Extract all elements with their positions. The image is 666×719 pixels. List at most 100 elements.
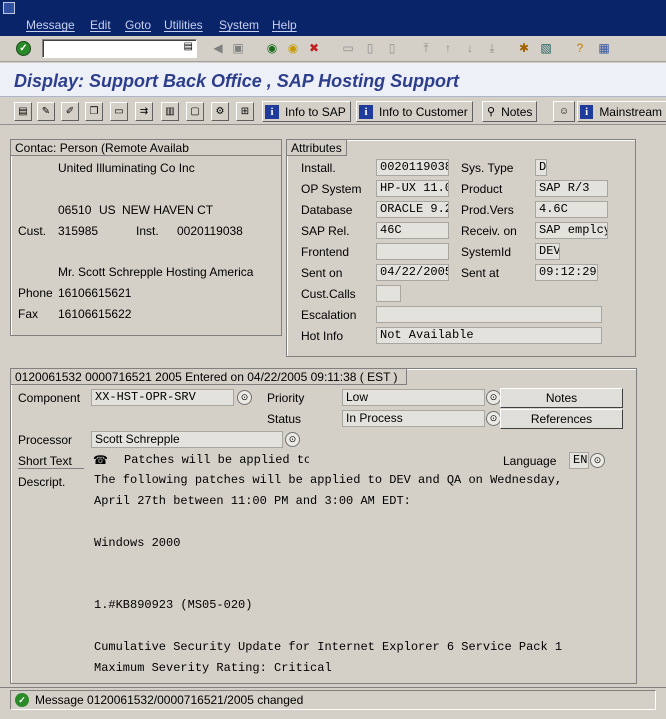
frontend-field[interactable] [376, 243, 449, 260]
priority-search-icon[interactable]: ⊙ [486, 390, 501, 405]
attributes-group-title: Attributes [287, 140, 347, 156]
binoculars-icon: ⚲ [487, 106, 496, 118]
command-history-icon[interactable]: ▤ [184, 41, 193, 52]
settings-icon[interactable]: ⚙ [211, 102, 229, 121]
save-icon[interactable]: ▣ [230, 40, 246, 56]
copy-icon[interactable]: ❐ [85, 102, 103, 121]
notes-toolbar-button[interactable]: ⚲ Notes [482, 101, 538, 122]
frontend-label: Frontend [301, 245, 350, 259]
info-icon: i [580, 104, 594, 119]
description-line: Maximum Severity Rating: Critical [94, 661, 332, 675]
sentat-field[interactable]: 09:12:29 [535, 264, 598, 281]
command-field[interactable]: ▤ [42, 39, 197, 58]
opsys-label: OP System [301, 182, 362, 196]
help-icon[interactable]: ? [572, 40, 588, 56]
receiv-label: Receiv. on [461, 224, 517, 238]
processor-field[interactable]: Scott Schrepple [91, 431, 283, 448]
forward-icon[interactable]: ⇉ [135, 102, 153, 121]
description-line: Cumulative Security Update for Internet … [94, 640, 563, 654]
database-label: Database [301, 203, 353, 217]
systype-label: Sys. Type [461, 161, 514, 175]
install-field[interactable]: 0020119038 [376, 159, 449, 176]
enter-icon[interactable]: ✓ [16, 41, 31, 56]
info-icon: i [359, 104, 373, 119]
info-to-sap-button[interactable]: i Info to SAP [262, 101, 351, 122]
menu-edit[interactable]: Edit [90, 18, 111, 32]
print-icon[interactable]: ▭ [340, 40, 356, 56]
cust-label: Cust. [18, 224, 47, 238]
status-field[interactable]: In Process [342, 410, 485, 427]
opsys-field[interactable]: HP-UX 11.0 [376, 180, 449, 197]
custcalls-field[interactable] [376, 285, 401, 302]
other-message-icon[interactable]: ▤ [14, 102, 32, 121]
list-icon[interactable]: ▥ [161, 102, 179, 121]
info-icon: i [265, 104, 279, 119]
message-group: 0120061532 0000716521 2005 Entered on 04… [10, 368, 637, 684]
receiv-field[interactable]: SAP emplcy [535, 222, 608, 239]
find-icon[interactable]: ▯ [362, 40, 378, 56]
menu-message[interactable]: Message [26, 18, 75, 32]
back-arrow-icon[interactable]: ◀ [210, 40, 226, 56]
shortcut-icon[interactable]: ▧ [538, 40, 554, 56]
saprel-field[interactable]: 46C [376, 222, 449, 239]
find-next-icon[interactable]: ▯ [384, 40, 400, 56]
success-check-icon: ✓ [15, 693, 29, 707]
back-icon[interactable]: ◉ [264, 40, 280, 56]
descript-label: Descript. [18, 475, 66, 489]
status-message: ✓ Message 0120061532/0000716521/2005 cha… [10, 690, 656, 710]
document-icon[interactable]: ▭ [110, 102, 128, 121]
shorttext-value[interactable]: Patches will be applied to DEV and QA on… [124, 453, 309, 467]
menu-system[interactable]: System [219, 18, 259, 32]
senton-field[interactable]: 04/22/2005 [376, 264, 449, 281]
product-field[interactable]: SAP R/3 [535, 180, 608, 197]
text-editor-icon[interactable]: ☎ [93, 453, 108, 467]
cancel-icon[interactable]: ✖ [306, 40, 322, 56]
previous-page-icon[interactable]: ↑ [440, 40, 456, 56]
exit-icon[interactable]: ◉ [285, 40, 301, 56]
status-text: Message 0120061532/0000716521/2005 chang… [35, 693, 304, 707]
menu-help[interactable]: Help [272, 18, 297, 32]
database-field[interactable]: ORACLE 9.2 [376, 201, 449, 218]
priority-field[interactable]: Low [342, 389, 485, 406]
description-line: 1.#KB890923 (MS05-020) [94, 598, 253, 612]
language-label: Language [503, 454, 557, 468]
contact-group: Contac: Person (Remote Availab United Il… [10, 139, 282, 336]
references-button[interactable]: References [500, 409, 623, 429]
systype-field[interactable]: D [535, 159, 547, 176]
component-search-icon[interactable]: ⊙ [237, 390, 252, 405]
escalation-field[interactable] [376, 306, 602, 323]
mainstream-button[interactable]: i Mainstream [577, 101, 666, 122]
layout-menu-icon[interactable]: ▦ [596, 40, 612, 56]
info-to-customer-button[interactable]: i Info to Customer [356, 101, 473, 122]
notes-button[interactable]: Notes [500, 388, 623, 408]
language-field[interactable]: EN [569, 452, 589, 469]
product-label: Product [461, 182, 503, 196]
systemid-field[interactable]: DEV [535, 243, 560, 260]
support-icon[interactable]: ☺ [553, 101, 575, 122]
component-field[interactable]: XX-HST-OPR-SRV [91, 389, 234, 406]
hotinfo-label: Hot Info [301, 329, 344, 343]
next-page-icon[interactable]: ↓ [462, 40, 478, 56]
system-menu-icon[interactable] [3, 2, 15, 14]
create-session-icon[interactable]: ✱ [516, 40, 532, 56]
description-line: April 27th between 11:00 PM and 3:00 AM … [94, 494, 411, 508]
first-page-icon[interactable]: ⤒ [418, 40, 434, 56]
status-search-icon[interactable]: ⊙ [486, 411, 501, 426]
print-preview-icon[interactable]: ▢ [186, 102, 204, 121]
structure-icon[interactable]: ⊞ [236, 102, 254, 121]
senton-label: Sent on [301, 266, 343, 280]
processor-search-icon[interactable]: ⊙ [285, 432, 300, 447]
hotinfo-field[interactable]: Not Available [376, 327, 602, 344]
systemid-label: SystemId [461, 245, 512, 259]
install-label: Install. [301, 161, 336, 175]
last-page-icon[interactable]: ⤓ [484, 40, 500, 56]
menu-utilities[interactable]: Utilities [164, 18, 203, 32]
edit-icon[interactable]: ✎ [37, 102, 55, 121]
menu-goto[interactable]: Goto [125, 18, 151, 32]
change-display-icon[interactable]: ✐ [61, 102, 79, 121]
prodvers-field[interactable]: 4.6C [535, 201, 608, 218]
page-title: Display: Support Back Office , SAP Hosti… [14, 71, 460, 91]
sentat-label: Sent at [461, 266, 500, 280]
processor-label: Processor [18, 433, 73, 447]
language-search-icon[interactable]: ⊙ [590, 453, 605, 468]
